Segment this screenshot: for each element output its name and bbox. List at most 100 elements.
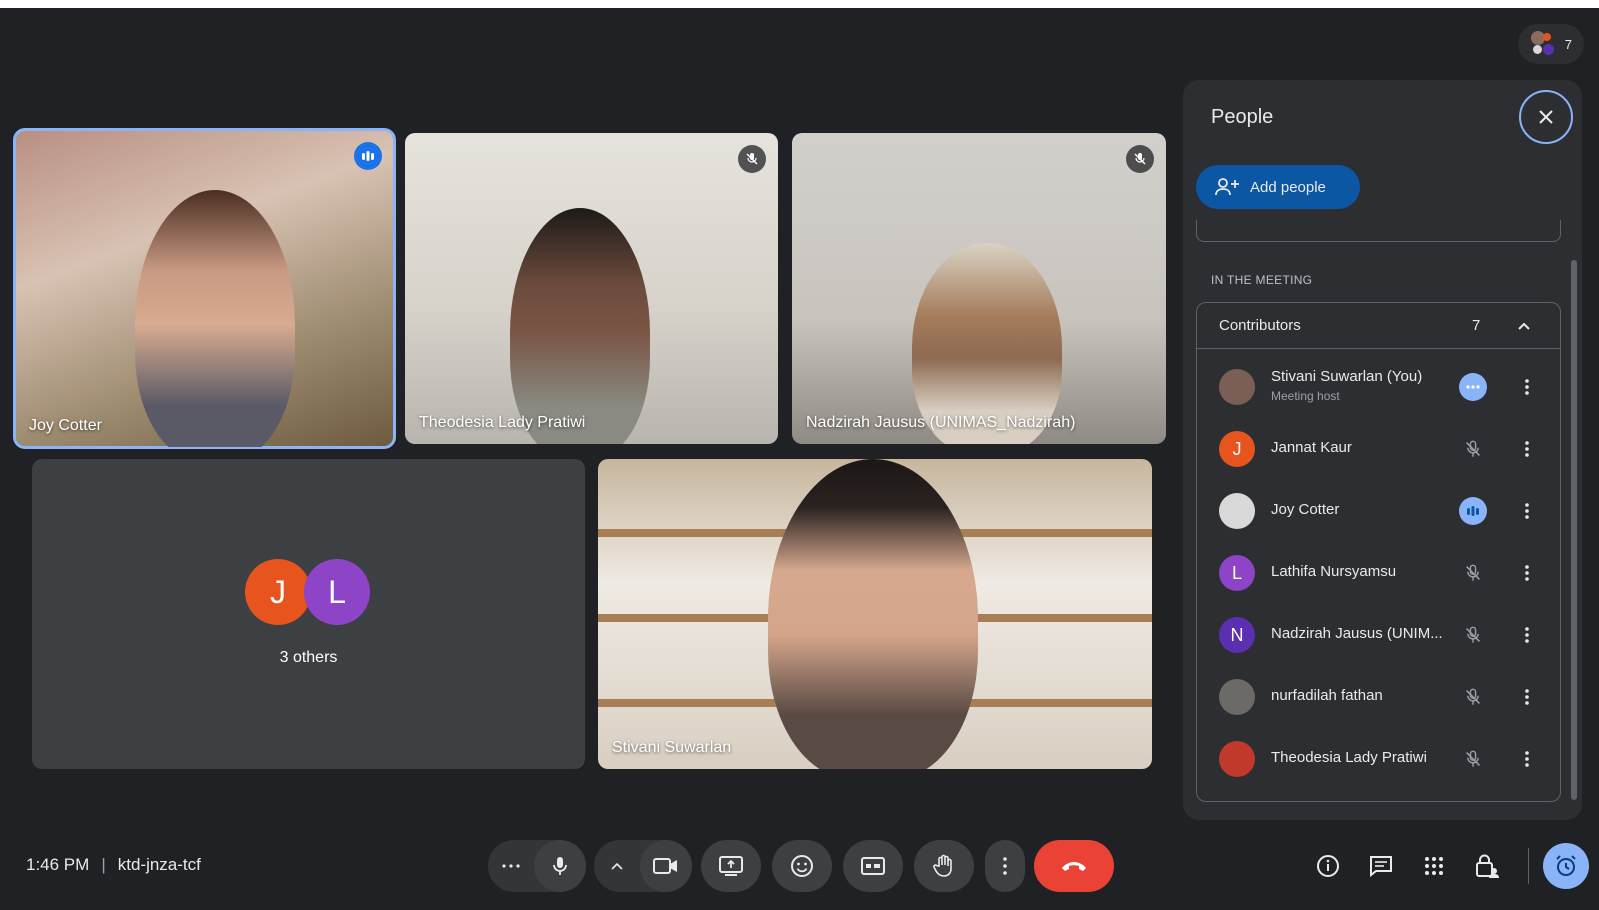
clock-time: 1:46 PM	[26, 855, 90, 874]
meet-window: 7 Joy Cotter Theodesia Lady Pratiwi Nadz…	[0, 0, 1599, 910]
contributors-label: Contributors	[1219, 317, 1301, 334]
more-options-icon[interactable]	[1515, 745, 1539, 773]
participant-count: 7	[1564, 36, 1572, 52]
video-tile-theodesia[interactable]: Theodesia Lady Pratiwi	[405, 133, 778, 444]
mic-off-icon	[1459, 435, 1487, 463]
participant-figure	[768, 459, 978, 769]
lock-person-icon	[1476, 854, 1499, 878]
more-vertical-icon	[1003, 857, 1007, 875]
more-options-icon[interactable]	[1515, 621, 1539, 649]
tile-name-theodesia: Theodesia Lady Pratiwi	[419, 414, 586, 431]
avatar	[1219, 679, 1255, 715]
contributors-count: 7	[1472, 317, 1481, 334]
add-people-label: Add people	[1250, 178, 1326, 196]
hang-up-icon	[1062, 862, 1086, 871]
timer-button[interactable]	[1543, 843, 1589, 889]
speaking-indicator-icon	[1459, 497, 1487, 525]
close-icon	[1539, 110, 1553, 124]
contributors-group: Contributors 7 Stivani Suwarlan (You) Me…	[1196, 302, 1561, 802]
people-panel: People Add people IN THE MEETING Contrib…	[1183, 80, 1582, 820]
more-dots-icon	[1459, 373, 1487, 401]
participant-row[interactable]: Stivani Suwarlan (You) Meeting host	[1197, 356, 1560, 418]
info-separator: |	[101, 855, 106, 874]
top-border	[0, 0, 1599, 8]
reactions-button[interactable]	[772, 840, 832, 892]
search-field[interactable]	[1196, 220, 1561, 242]
more-horizontal-icon	[502, 864, 520, 868]
contributors-header[interactable]: Contributors 7	[1197, 303, 1560, 349]
present-screen-icon	[719, 856, 743, 876]
speaking-indicator-icon	[354, 142, 382, 170]
chat-button[interactable]	[1363, 848, 1399, 884]
tile-name-joy: Joy Cotter	[29, 417, 102, 434]
avatar: N	[1219, 617, 1255, 653]
participant-name: Theodesia Lady Pratiwi	[1271, 749, 1427, 766]
microphone-button[interactable]	[534, 840, 586, 892]
video-tile-joy[interactable]: Joy Cotter	[13, 128, 396, 449]
avatar	[1219, 493, 1255, 529]
more-options-icon[interactable]	[1515, 559, 1539, 587]
video-options-button[interactable]	[594, 840, 640, 892]
section-label: IN THE MEETING	[1211, 273, 1313, 287]
meeting-details-button[interactable]	[1310, 848, 1346, 884]
participant-row[interactable]: L Lathifa Nursyamsu	[1197, 542, 1560, 604]
tile-name-nadzirah: Nadzirah Jausus (UNIMAS_Nadzirah)	[806, 414, 1076, 431]
participant-row[interactable]: nurfadilah fathan	[1197, 666, 1560, 728]
apps-grid-icon	[1425, 857, 1443, 875]
activities-button[interactable]	[1416, 848, 1452, 884]
participant-row[interactable]: Theodesia Lady Pratiwi	[1197, 728, 1560, 790]
emoji-icon	[791, 855, 813, 877]
chevron-up-icon	[1512, 314, 1536, 338]
mic-off-icon	[1459, 745, 1487, 773]
participant-name: Jannat Kaur	[1271, 439, 1352, 456]
participant-name: Lathifa Nursyamsu	[1271, 563, 1397, 580]
tile-name-stivani: Stivani Suwarlan	[612, 739, 732, 756]
participant-count-button[interactable]: 7	[1518, 24, 1584, 64]
host-controls-button[interactable]	[1469, 848, 1505, 884]
add-people-button[interactable]: Add people	[1196, 165, 1360, 209]
meeting-info: 1:46 PM | ktd-jnza-tcf	[26, 855, 201, 875]
info-icon	[1317, 855, 1339, 877]
others-label: 3 others	[279, 649, 338, 666]
present-button[interactable]	[701, 840, 761, 892]
video-tile-stivani[interactable]: Stivani Suwarlan	[598, 459, 1152, 769]
more-options-icon[interactable]	[1515, 373, 1539, 401]
mic-off-icon	[738, 145, 766, 173]
hand-icon	[933, 854, 952, 877]
avatar-j: J	[245, 559, 311, 625]
avatar	[1219, 369, 1255, 405]
more-options-button[interactable]	[985, 840, 1025, 892]
more-options-icon[interactable]	[1515, 683, 1539, 711]
participant-row[interactable]: J Jannat Kaur	[1197, 418, 1560, 480]
mic-off-icon	[1126, 145, 1154, 173]
avatar: L	[1219, 555, 1255, 591]
participant-row[interactable]: N Nadzirah Jausus (UNIM...	[1197, 604, 1560, 666]
more-options-icon[interactable]	[1515, 497, 1539, 525]
chevron-up-icon	[611, 862, 623, 870]
participant-role: Meeting host	[1271, 389, 1340, 403]
panel-title: People	[1211, 106, 1274, 128]
chat-icon	[1370, 856, 1392, 877]
audio-options-button[interactable]	[488, 840, 534, 892]
participant-faces-icon	[1530, 31, 1557, 57]
toolbar-divider	[1528, 848, 1529, 884]
camera-button[interactable]	[640, 840, 692, 892]
mic-off-icon	[1459, 683, 1487, 711]
captions-button[interactable]	[843, 840, 903, 892]
raise-hand-button[interactable]	[914, 840, 974, 892]
video-tile-nadzirah[interactable]: Nadzirah Jausus (UNIMAS_Nadzirah)	[792, 133, 1166, 444]
mic-off-icon	[1459, 621, 1487, 649]
panel-scrollbar[interactable]	[1571, 260, 1577, 800]
close-panel-button[interactable]	[1519, 90, 1573, 144]
participant-row[interactable]: Joy Cotter	[1197, 480, 1560, 542]
participant-name: Joy Cotter	[1271, 501, 1340, 518]
participant-name: Nadzirah Jausus (UNIM...	[1271, 625, 1443, 642]
mic-off-icon	[1459, 559, 1487, 587]
others-tile[interactable]: J L 3 others	[32, 459, 585, 769]
meeting-code: ktd-jnza-tcf	[117, 855, 201, 874]
participant-figure	[135, 190, 295, 447]
participant-figure	[510, 208, 650, 444]
leave-call-button[interactable]	[1034, 840, 1114, 892]
add-person-icon	[1215, 178, 1239, 196]
more-options-icon[interactable]	[1515, 435, 1539, 463]
